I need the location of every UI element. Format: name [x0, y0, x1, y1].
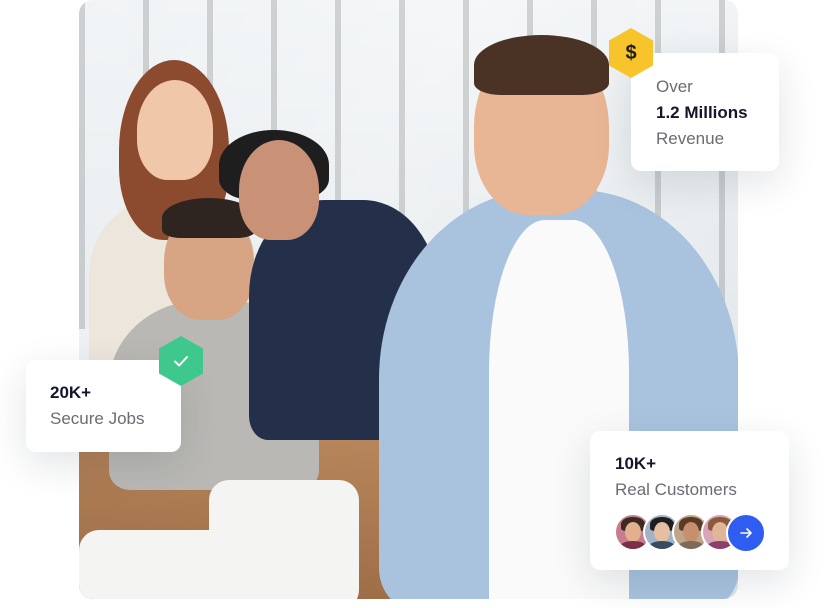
customers-label: Real Customers	[615, 480, 737, 499]
customers-stat-card: 10K+ Real Customers	[590, 431, 789, 570]
customers-value: 10K+	[615, 454, 657, 473]
revenue-value: 1.2 Millions	[656, 103, 748, 122]
revenue-stat-card: Over 1.2 Millions Revenue	[631, 53, 779, 171]
person-man-right-hair	[474, 35, 609, 95]
person-woman-middle-head	[239, 140, 319, 240]
person-woman-left-face	[137, 80, 213, 180]
arrow-right-icon[interactable]	[726, 513, 766, 553]
chair	[209, 480, 359, 599]
jobs-label: Secure Jobs	[50, 409, 145, 428]
chair	[79, 530, 229, 599]
customer-avatars	[614, 513, 774, 553]
revenue-prefix: Over	[656, 77, 693, 96]
dollar-symbol: $	[625, 41, 637, 64]
check-glyph	[174, 356, 188, 367]
arrow-right-glyph	[740, 528, 752, 538]
jobs-value: 20K+	[50, 383, 92, 402]
jobs-stat-card: 20K+ Secure Jobs	[26, 360, 181, 452]
revenue-label: Revenue	[656, 129, 725, 148]
